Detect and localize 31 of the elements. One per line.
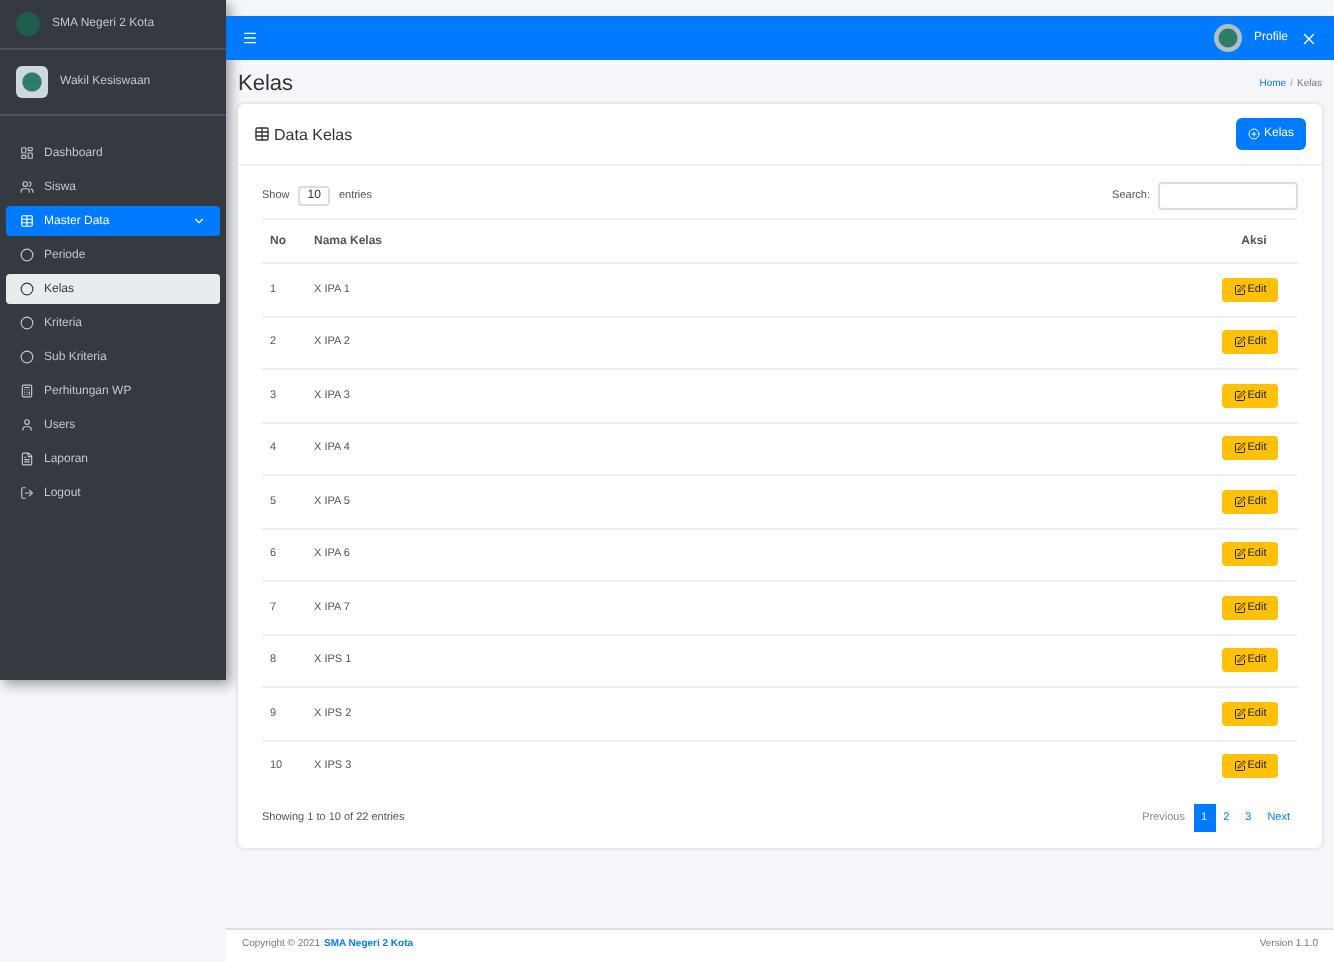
users-icon (20, 180, 34, 194)
edit-icon (1233, 283, 1246, 296)
logout-icon (20, 486, 34, 500)
avatar-icon (16, 66, 48, 98)
edit-icon (1233, 495, 1246, 508)
document-icon (20, 452, 34, 466)
table-icon (20, 214, 34, 228)
edit-icon (1233, 442, 1246, 455)
logo-icon (16, 12, 40, 36)
edit-icon (1233, 601, 1246, 614)
circle-icon (20, 248, 34, 262)
edit-icon (1233, 760, 1246, 773)
table-icon (254, 126, 270, 142)
search-field[interactable] (1158, 182, 1298, 210)
edit-icon (1233, 548, 1246, 561)
card-title: Data Kelas (274, 125, 353, 143)
edit-icon (1233, 654, 1246, 667)
menu-icon[interactable] (242, 30, 258, 46)
plus-icon (1247, 128, 1260, 140)
close-icon[interactable] (1300, 29, 1318, 47)
calculator-icon (20, 384, 34, 398)
user-icon (20, 418, 34, 432)
edit-icon (1233, 707, 1246, 720)
circle-icon (20, 316, 34, 330)
page-title: Kelas (238, 72, 294, 96)
user-avatar-icon[interactable] (1213, 24, 1242, 52)
edit-icon (1233, 336, 1246, 349)
circle-icon (20, 282, 34, 296)
circle-icon (20, 350, 34, 364)
edit-icon (1233, 389, 1246, 402)
dashboard-icon (20, 146, 34, 160)
